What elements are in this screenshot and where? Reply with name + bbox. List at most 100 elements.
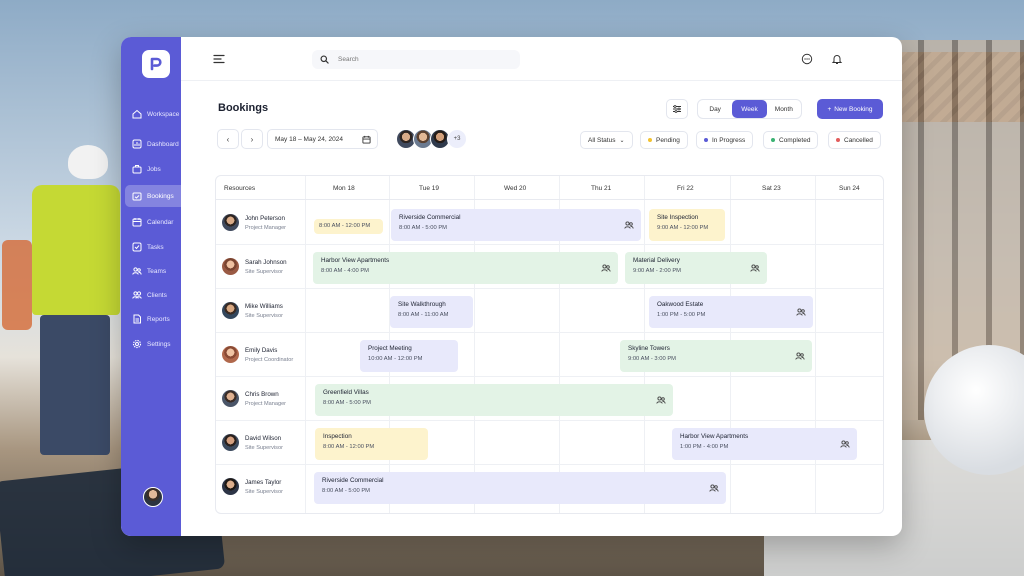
hamburger-menu-icon[interactable]: [213, 54, 225, 64]
sidebar-item-workspace[interactable]: Workspace: [125, 103, 191, 125]
resource-role: Project Manager: [245, 224, 287, 231]
sidebar-item-label: Bookings: [147, 192, 174, 200]
resource-cell[interactable]: Mike Williams Site Supervisor: [222, 302, 283, 319]
day-header: Tue 19: [419, 184, 439, 192]
day-header: Sat 23: [762, 184, 781, 192]
sidebar-item-label: Tasks: [147, 243, 164, 251]
booking-title: Inspection: [323, 433, 352, 440]
status-filter-dropdown[interactable]: All Status ⌄: [580, 131, 633, 149]
resource-cell[interactable]: Emily Davis Project Coordinator: [222, 346, 293, 363]
day-header: Mon 18: [333, 184, 355, 192]
resource-cell[interactable]: John Peterson Project Manager: [222, 214, 286, 231]
search-box: [312, 50, 520, 69]
chip-label: In Progress: [712, 136, 746, 144]
avatar: [222, 346, 239, 363]
sidebar-item-clients[interactable]: Clients: [125, 284, 191, 306]
status-filter-label: All Status: [588, 136, 616, 144]
resource-role: Site Supervisor: [245, 268, 283, 275]
team-icon: [624, 221, 634, 229]
sidebar-item-dashboard[interactable]: Dashboard: [125, 133, 191, 155]
team-icon: [656, 396, 666, 404]
booking-block[interactable]: Riverside Commercial 8:00 AM - 5:00 PM: [314, 472, 726, 504]
filter-button[interactable]: [666, 99, 688, 119]
new-booking-label: New Booking: [834, 105, 873, 113]
booking-block[interactable]: Site Inspection 9:00 AM - 12:00 PM: [649, 209, 725, 241]
view-month-button[interactable]: Month: [767, 100, 801, 118]
filter-chip-completed[interactable]: Completed: [763, 131, 819, 149]
avatar: [222, 214, 239, 231]
resource-name: David Wilson: [245, 434, 282, 442]
date-range-picker[interactable]: May 18 – May 24, 2024: [267, 129, 378, 149]
view-week-button[interactable]: Week: [732, 100, 767, 118]
prev-week-button[interactable]: ‹: [217, 129, 239, 149]
search-input[interactable]: [338, 50, 508, 69]
booking-title: Material Delivery: [633, 257, 680, 264]
sidebar-item-teams[interactable]: Teams: [125, 260, 191, 282]
resource-name: James Taylor: [245, 478, 282, 486]
sidebar-item-settings[interactable]: Settings: [125, 333, 191, 355]
booking-block[interactable]: Skyline Towers 9:00 AM - 3:00 PM: [620, 340, 812, 372]
user-avatar[interactable]: [143, 487, 163, 507]
booking-block[interactable]: Project Meeting 10:00 AM - 12:00 PM: [360, 340, 458, 372]
resource-role: Site Supervisor: [245, 444, 283, 451]
booking-block[interactable]: Inspection 8:00 AM - 12:00 PM: [315, 428, 428, 460]
briefcase-icon: [132, 165, 142, 174]
bell-icon[interactable]: [831, 53, 843, 65]
booking-time: 8:00 AM - 5:00 PM: [322, 488, 371, 494]
sidebar-item-reports[interactable]: Reports: [125, 308, 191, 330]
pending-dot: [648, 138, 652, 142]
filter-chip-in-progress[interactable]: In Progress: [696, 131, 754, 149]
filter-chip-pending[interactable]: Pending: [640, 131, 688, 149]
checkbox-icon: [132, 242, 142, 252]
search-icon: [320, 55, 329, 64]
resource-role: Project Manager: [245, 400, 287, 407]
booking-time: 8:00 AM - 5:00 PM: [399, 225, 448, 231]
booking-time: 9:00 AM - 2:00 PM: [633, 268, 682, 274]
chevron-right-icon: ›: [250, 134, 254, 144]
booking-title: Site Inspection: [657, 214, 699, 221]
booking-block[interactable]: Greenfield Villas 8:00 AM - 5:00 PM: [315, 384, 673, 416]
sidebar-item-jobs[interactable]: Jobs: [125, 158, 191, 180]
booking-title: Greenfield Villas: [323, 389, 369, 396]
team-icon: [709, 484, 719, 492]
sidebar-item-tasks[interactable]: Tasks: [125, 236, 191, 258]
chat-icon[interactable]: [801, 53, 813, 65]
resource-name: Mike Williams: [245, 302, 283, 310]
sidebar-item-label: Calendar: [147, 218, 174, 226]
plus-icon: +: [827, 105, 832, 113]
booking-time: 10:00 AM - 12:00 PM: [368, 356, 423, 362]
chip-label: Cancelled: [844, 136, 873, 144]
sidebar-item-label: Clients: [147, 291, 167, 299]
sidebar-item-bookings[interactable]: Bookings: [125, 185, 191, 207]
sidebar-item-label: Dashboard: [147, 140, 179, 148]
logo-icon: [150, 57, 162, 71]
sidebar-item-calendar[interactable]: Calendar: [125, 211, 191, 233]
booking-block[interactable]: Harbor View Apartments 8:00 AM - 4:00 PM: [313, 252, 618, 284]
resource-cell[interactable]: David Wilson Site Supervisor: [222, 434, 283, 451]
booking-block[interactable]: 8:00 AM - 12:00 PM: [314, 219, 383, 234]
resource-cell[interactable]: James Taylor Site Supervisor: [222, 478, 283, 495]
app-logo[interactable]: [142, 50, 170, 78]
table-row: Emily Davis Project Coordinator Project M…: [216, 333, 883, 377]
users-icon: [132, 267, 142, 275]
report-icon: [133, 314, 141, 324]
booking-block[interactable]: Oakwood Estate 1:00 PM - 5:00 PM: [649, 296, 813, 328]
booking-time: 9:00 AM - 12:00 PM: [657, 225, 709, 231]
booking-block[interactable]: Site Walkthrough 8:00 AM - 11:00 AM: [390, 296, 473, 328]
booking-title: Harbor View Apartments: [321, 257, 390, 264]
resource-cell[interactable]: Chris Brown Project Manager: [222, 390, 286, 407]
booking-block[interactable]: Harbor View Apartments 1:00 PM - 4:00 PM: [672, 428, 857, 460]
resource-cell[interactable]: Sarah Johnson Site Supervisor: [222, 258, 287, 275]
new-booking-button[interactable]: + New Booking: [817, 99, 883, 119]
resource-name: Emily Davis: [245, 346, 278, 354]
next-week-button[interactable]: ›: [241, 129, 263, 149]
more-team-members[interactable]: +3: [447, 129, 467, 149]
view-day-button[interactable]: Day: [698, 100, 732, 118]
booking-block[interactable]: Material Delivery 9:00 AM - 2:00 PM: [625, 252, 767, 284]
booking-schedule-grid: Resources Mon 18 Tue 19 Wed 20 Thu 21 Fr…: [215, 175, 884, 514]
booking-block[interactable]: Riverside Commercial 8:00 AM - 5:00 PM: [391, 209, 641, 241]
filter-chip-cancelled[interactable]: Cancelled: [828, 131, 881, 149]
app-window: Workspace Dashboard Jobs Bookings Calend…: [121, 37, 902, 536]
top-bar: [181, 37, 902, 81]
chip-label: Completed: [779, 136, 811, 144]
